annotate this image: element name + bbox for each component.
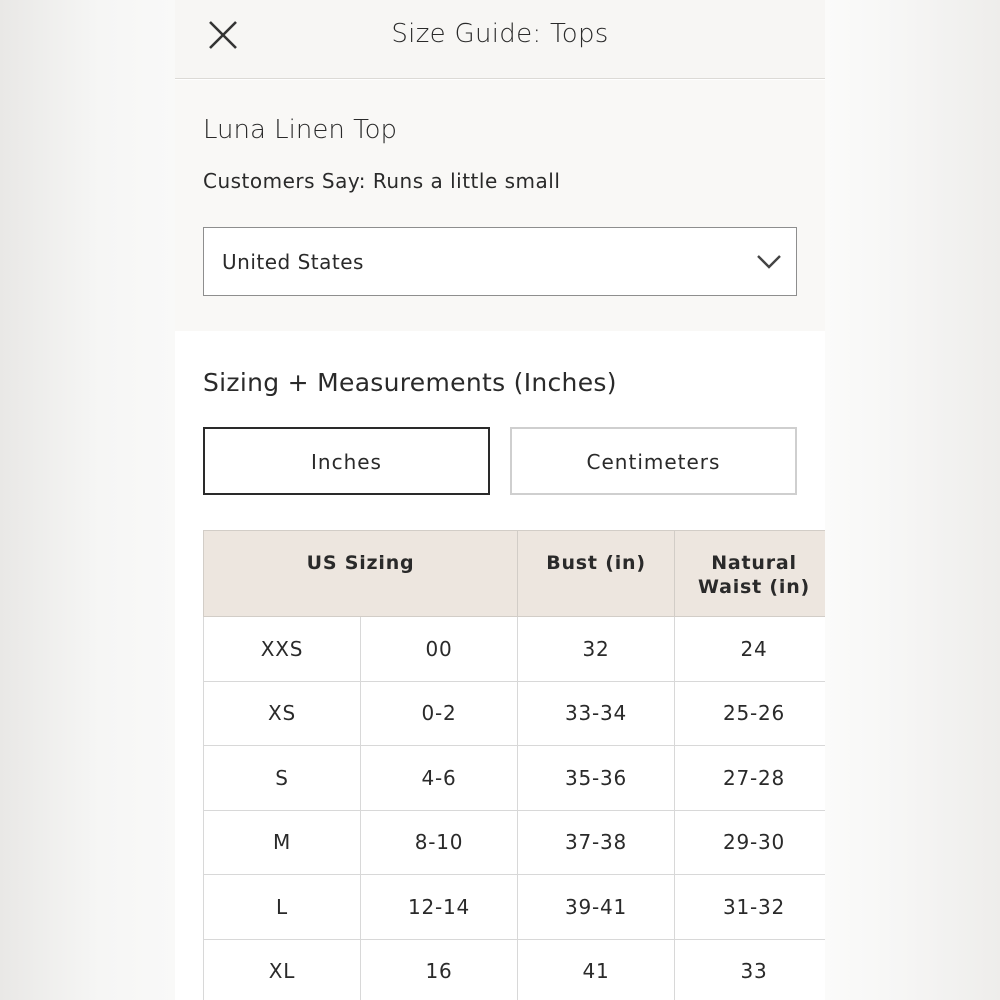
us-size: 00 — [359, 616, 519, 682]
centimeters-button[interactable]: Centimeters — [510, 427, 797, 495]
header: Size Guide: Tops — [175, 0, 825, 79]
bust-value: 41 — [517, 938, 676, 1000]
size-label: L — [203, 874, 361, 940]
size-label: M — [203, 809, 361, 875]
size-label: XS — [203, 680, 361, 746]
bust-value: 37-38 — [517, 809, 676, 875]
fit-note: Customers Say: Runs a little small — [203, 169, 561, 193]
product-name: Luna Linen Top — [203, 115, 397, 145]
inches-button[interactable]: Inches — [203, 427, 490, 495]
table-row: L 12-14 39-41 31-32 — [203, 874, 825, 940]
bust-value: 33-34 — [517, 680, 676, 746]
us-sizing-header: US Sizing — [202, 530, 519, 617]
us-size: 16 — [359, 938, 519, 1000]
waist-header-line1: Natural — [711, 552, 797, 574]
waist-value: 24 — [674, 616, 825, 682]
table-row: XXS 00 32 24 — [203, 616, 825, 682]
waist-header: Natural Waist (in) — [674, 530, 825, 617]
waist-value: 25-26 — [674, 680, 825, 746]
us-size: 0-2 — [359, 680, 519, 746]
page-title: Size Guide: Tops — [391, 19, 609, 49]
product-section: Luna Linen Top Customers Say: Runs a lit… — [175, 80, 825, 331]
table-row: XS 0-2 33-34 25-26 — [203, 680, 825, 746]
waist-value: 31-32 — [674, 874, 825, 940]
us-size: 4-6 — [359, 745, 519, 811]
waist-value: 27-28 — [674, 745, 825, 811]
table-row: S 4-6 35-36 27-28 — [203, 745, 825, 811]
country-select[interactable]: United States — [203, 227, 797, 296]
size-table: US Sizing Bust (in) Natural Waist (in) X… — [202, 530, 825, 1000]
measurements-title: Sizing + Measurements (Inches) — [203, 368, 617, 397]
table-row: M 8-10 37-38 29-30 — [203, 809, 825, 875]
country-select-value: United States — [222, 250, 364, 274]
us-size: 8-10 — [359, 809, 519, 875]
bust-header: Bust (in) — [517, 530, 676, 617]
waist-header-line2: Waist (in) — [698, 576, 811, 598]
waist-value: 29-30 — [674, 809, 825, 875]
size-guide-panel: Size Guide: Tops Luna Linen Top Customer… — [175, 0, 825, 1000]
size-label: S — [203, 745, 361, 811]
table-header-row: US Sizing Bust (in) Natural Waist (in) — [202, 530, 825, 617]
us-size: 12-14 — [359, 874, 519, 940]
bust-value: 35-36 — [517, 745, 676, 811]
bust-value: 32 — [517, 616, 676, 682]
size-label: XXS — [203, 616, 361, 682]
bust-value: 39-41 — [517, 874, 676, 940]
size-label: XL — [203, 938, 361, 1000]
table-row: XL 16 41 33 — [203, 938, 825, 1000]
chevron-down-icon — [757, 255, 781, 269]
waist-value: 33 — [674, 938, 825, 1000]
